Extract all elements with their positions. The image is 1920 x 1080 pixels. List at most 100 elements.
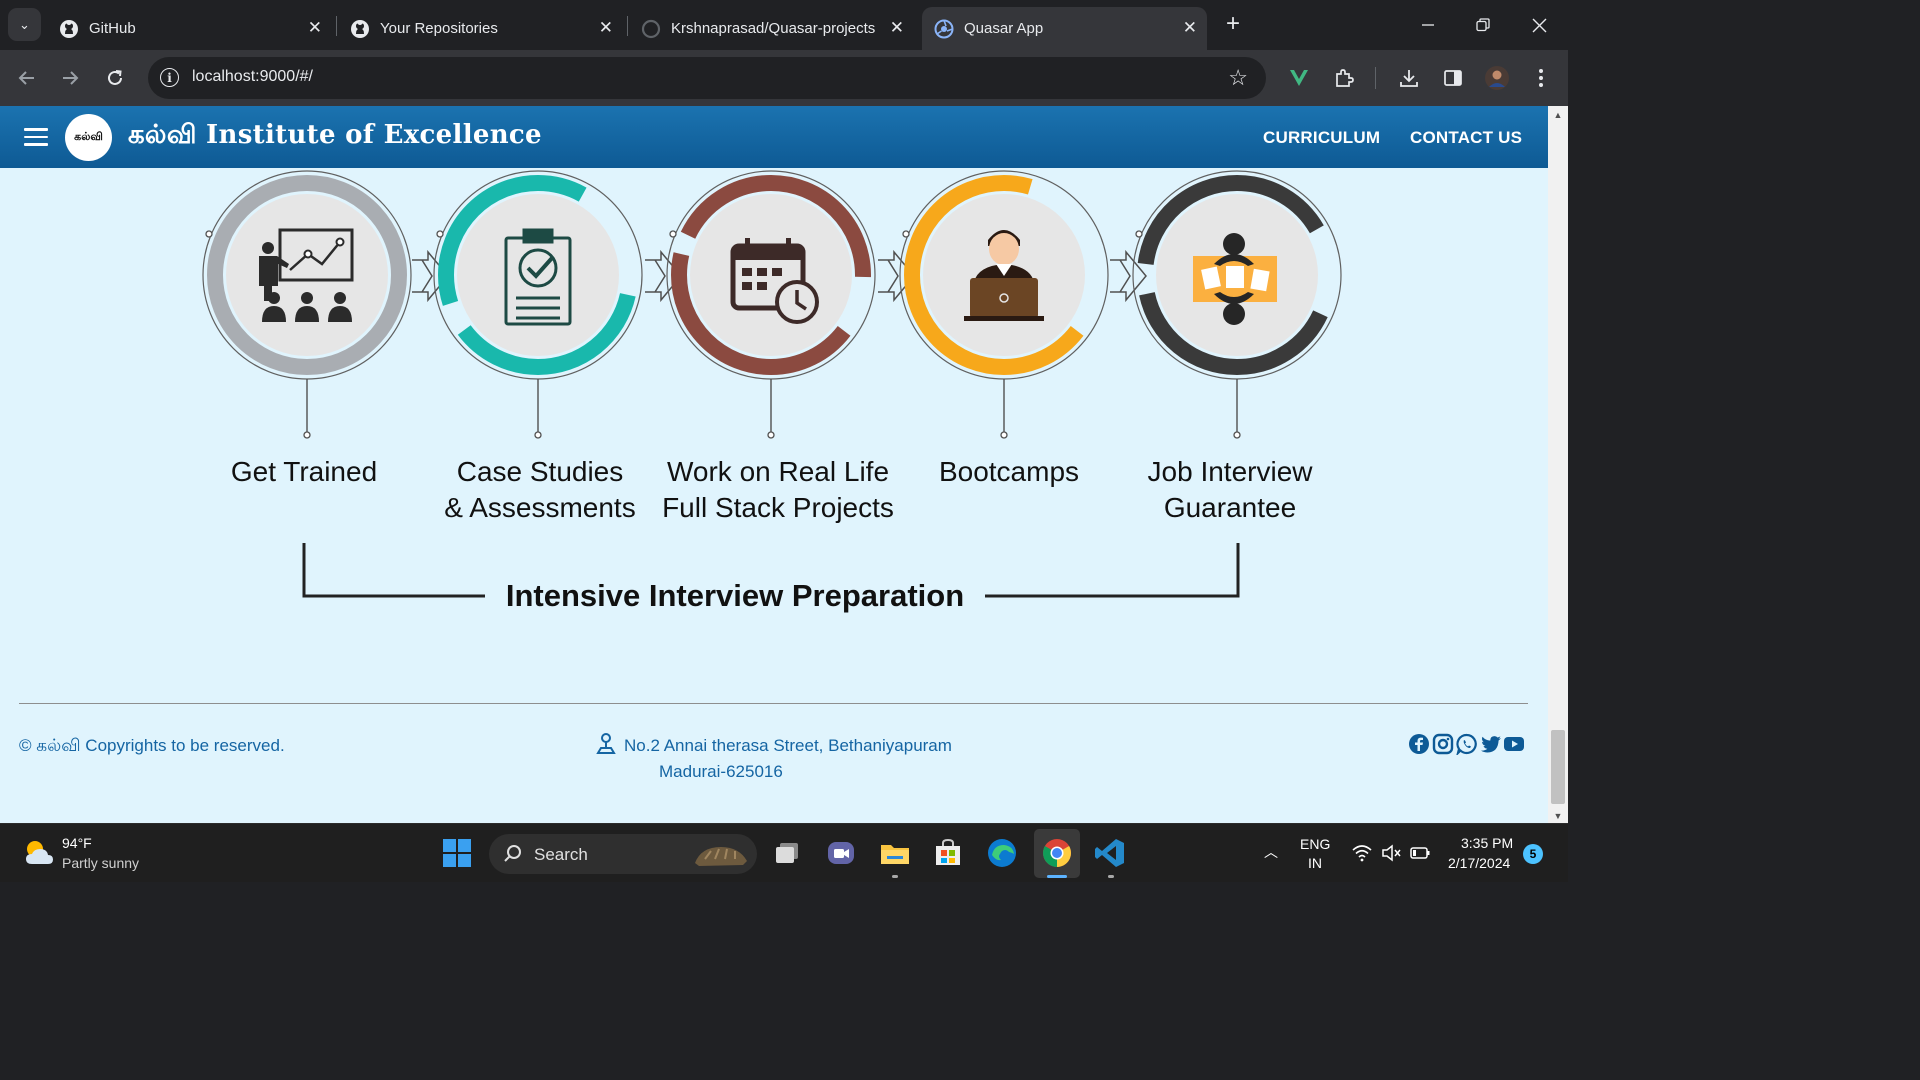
- tab-strip: ⌄ GitHub ✕ Your Repositories ✕ Krshnapra…: [0, 0, 1568, 50]
- reload-icon: [108, 70, 122, 85]
- partly-sunny-icon[interactable]: [22, 836, 56, 870]
- github-icon: [350, 19, 370, 39]
- menu-icon[interactable]: [24, 128, 48, 146]
- edge-browser-icon[interactable]: [986, 837, 1018, 869]
- nav-curriculum[interactable]: CURRICULUM: [1263, 128, 1380, 148]
- taskbar-search[interactable]: Search: [489, 834, 757, 874]
- scroll-up-arrow-icon[interactable]: ▲: [1548, 110, 1568, 120]
- weather-description[interactable]: Partly sunny: [62, 855, 139, 871]
- tab-github[interactable]: GitHub ✕: [47, 7, 332, 50]
- back-arrow-icon: [18, 71, 34, 85]
- tab-label: Your Repositories: [380, 20, 498, 37]
- step-case-studies: [433, 170, 643, 439]
- nav-contact-us[interactable]: CONTACT US: [1410, 128, 1522, 148]
- prep-heading: Intensive Interview Preparation: [505, 578, 965, 613]
- minimize-button[interactable]: [1408, 10, 1448, 40]
- close-window-button[interactable]: [1519, 10, 1559, 40]
- tab-label: Krshnaprasad/Quasar-projects: [671, 20, 876, 37]
- bookmark-star-icon[interactable]: ☆: [1228, 65, 1248, 91]
- scroll-down-arrow-icon[interactable]: ▼: [1548, 811, 1568, 821]
- volume-muted-icon[interactable]: [1381, 844, 1401, 862]
- search-label: Search: [534, 845, 588, 864]
- downloads-button[interactable]: [1394, 63, 1424, 93]
- active-app-indicator: [1047, 875, 1067, 878]
- battery-icon[interactable]: [1410, 844, 1430, 862]
- reload-button[interactable]: [100, 63, 130, 93]
- search-icon: [504, 845, 521, 862]
- clock-date[interactable]: 2/17/2024: [1448, 855, 1510, 871]
- restore-icon: [1476, 18, 1490, 32]
- step-label-real-life-projects: Work on Real Life Full Stack Projects: [662, 456, 894, 523]
- vue-extension-icon: [1290, 70, 1308, 86]
- windows-start-icon[interactable]: [442, 838, 472, 868]
- page-scrollbar[interactable]: ▲ ▼: [1548, 106, 1568, 823]
- forward-button[interactable]: [55, 63, 85, 93]
- close-icon[interactable]: ✕: [308, 18, 322, 38]
- weather-temperature[interactable]: 94°F: [62, 835, 92, 851]
- tab-separator: [336, 16, 337, 36]
- quasar-icon: [934, 19, 954, 39]
- file-explorer-icon[interactable]: [879, 837, 911, 869]
- extensions-button[interactable]: [1329, 63, 1359, 93]
- step-label-job-interview: Job Interview Guarantee: [1147, 456, 1313, 523]
- instagram-icon[interactable]: [1432, 733, 1454, 755]
- side-panel-button[interactable]: [1438, 63, 1468, 93]
- close-icon: [1532, 18, 1546, 32]
- wifi-icon[interactable]: [1352, 844, 1372, 862]
- github-icon: [59, 19, 79, 39]
- facebook-icon[interactable]: [1408, 733, 1430, 755]
- notification-badge[interactable]: 5: [1523, 844, 1543, 864]
- browser-toolbar: i localhost:9000/#/ ☆: [0, 50, 1568, 106]
- tab-your-repositories[interactable]: Your Repositories ✕: [338, 7, 623, 50]
- chrome-menu-button[interactable]: [1526, 63, 1556, 93]
- teams-meet-icon[interactable]: [825, 837, 857, 869]
- windows-taskbar: 94°F Partly sunny Search ︿ ENG IN 3:35 P…: [0, 823, 1568, 882]
- language-indicator[interactable]: ENG: [1300, 836, 1330, 852]
- minimize-icon: [1422, 24, 1434, 26]
- avatar: [1485, 66, 1509, 90]
- restore-button[interactable]: [1463, 10, 1503, 40]
- chevron-down-icon: ⌄: [19, 16, 30, 32]
- language-region[interactable]: IN: [1308, 855, 1322, 871]
- scroll-thumb[interactable]: [1551, 730, 1565, 804]
- app-title[interactable]: கல்வி Institute of Excellence: [128, 120, 542, 153]
- site-info-icon[interactable]: i: [160, 68, 179, 87]
- puzzle-icon: [1336, 69, 1354, 87]
- toolbar-divider: [1375, 67, 1376, 89]
- close-icon[interactable]: ✕: [599, 18, 613, 38]
- tab-quasar-app[interactable]: Quasar App ✕: [922, 7, 1207, 50]
- whatsapp-icon[interactable]: [1456, 733, 1478, 755]
- address-bar[interactable]: i localhost:9000/#/ ☆: [148, 57, 1266, 99]
- side-panel-icon: [1444, 70, 1462, 86]
- close-icon[interactable]: ✕: [890, 18, 904, 38]
- youtube-icon[interactable]: [1503, 733, 1525, 755]
- chrome-icon[interactable]: [1041, 837, 1073, 869]
- footer-divider: [19, 703, 1528, 704]
- logo-text: கல்வி: [74, 130, 103, 143]
- twitter-icon[interactable]: [1480, 733, 1502, 755]
- vscode-icon[interactable]: [1094, 837, 1126, 869]
- tab-quasar-projects[interactable]: Krshnaprasad/Quasar-projects ✕: [629, 7, 914, 50]
- task-view-icon[interactable]: [772, 837, 804, 869]
- close-icon[interactable]: ✕: [1183, 18, 1197, 38]
- forward-arrow-icon: [63, 71, 79, 85]
- address-line-2: Madurai-625016: [659, 762, 783, 781]
- step-label-bootcamps: Bootcamps: [938, 456, 1080, 487]
- clock-time[interactable]: 3:35 PM: [1461, 835, 1513, 851]
- profile-avatar[interactable]: [1482, 63, 1512, 93]
- page-viewport: Get Trained Case Studies & Assessments Wo…: [0, 106, 1548, 823]
- show-hidden-icons-chevron-icon[interactable]: ︿: [1264, 842, 1278, 862]
- back-button[interactable]: [12, 63, 42, 93]
- step-label-get-trained: Get Trained: [230, 456, 378, 487]
- microsoft-store-icon[interactable]: [932, 837, 964, 869]
- url-text[interactable]: localhost:9000/#/: [192, 68, 313, 86]
- loading-icon: [641, 19, 661, 39]
- location-person-icon: [596, 733, 616, 754]
- vue-devtools-extension[interactable]: [1284, 63, 1314, 93]
- copyright-text: © கல்வி Copyrights to be reserved.: [19, 736, 285, 755]
- tab-separator: [627, 16, 628, 36]
- tab-search-button[interactable]: ⌄: [8, 8, 41, 41]
- step-label-case-studies: Case Studies & Assessments: [444, 456, 636, 523]
- new-tab-button[interactable]: +: [1220, 12, 1246, 36]
- more-vertical-icon: [1539, 69, 1543, 87]
